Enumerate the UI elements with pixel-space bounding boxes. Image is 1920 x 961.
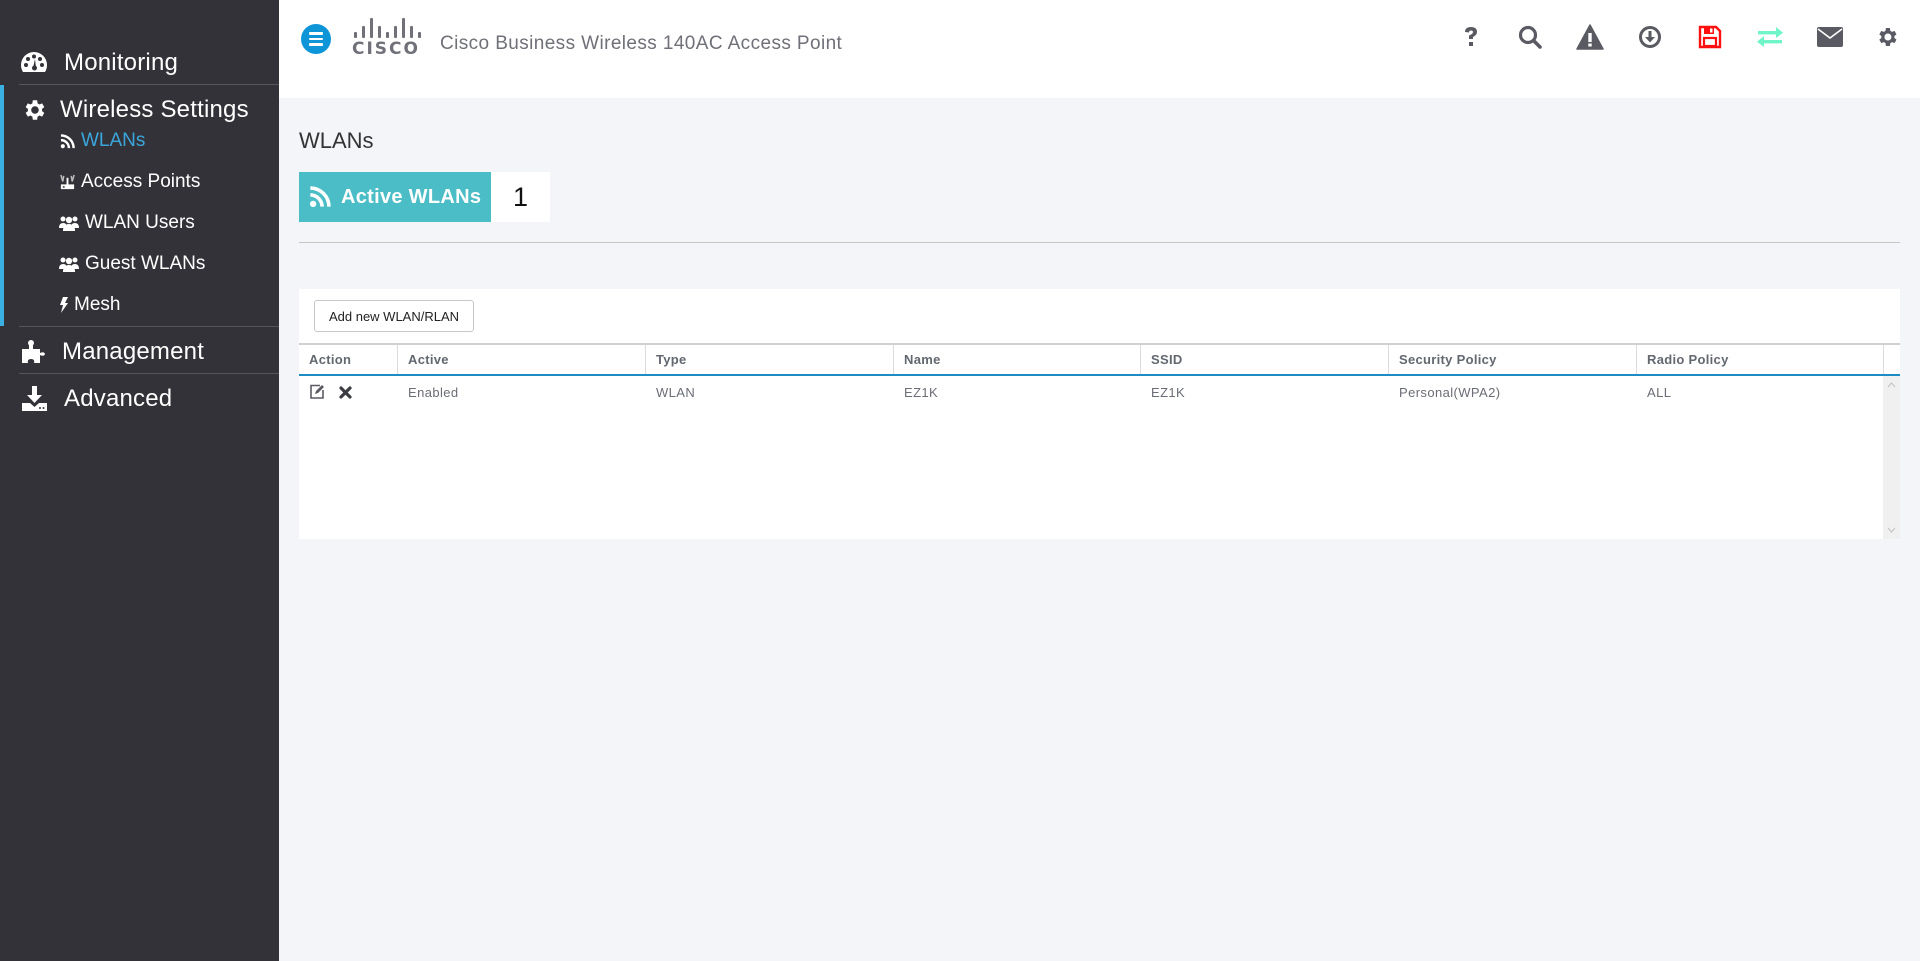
app-title: Cisco Business Wireless 140AC Access Poi… bbox=[440, 33, 843, 54]
sidebar-subitem-label: WLAN Users bbox=[85, 212, 195, 233]
ssid-cell: EZ1K bbox=[1151, 384, 1186, 400]
active-cell: Enabled bbox=[408, 384, 459, 400]
action-cell bbox=[299, 376, 398, 408]
add-wlan-button[interactable]: Add new WLAN/RLAN bbox=[314, 300, 474, 332]
scroll-up-arrow[interactable] bbox=[1883, 378, 1900, 392]
page-title: WLANs bbox=[299, 128, 374, 153]
table-header: Action Active Type Name SSID Security Po… bbox=[299, 343, 1900, 376]
hamburger-line bbox=[309, 43, 323, 46]
sidebar-subitem-label: WLANs bbox=[81, 130, 146, 151]
rss-icon bbox=[309, 186, 331, 208]
users-icon bbox=[58, 214, 80, 232]
hamburger-line bbox=[309, 37, 323, 41]
dashboard-icon bbox=[19, 48, 49, 78]
sidebar-divider bbox=[19, 84, 279, 85]
scroll-down-arrow[interactable] bbox=[1883, 523, 1900, 537]
sidebar-item-label: Wireless Settings bbox=[60, 96, 249, 123]
column-header-name[interactable]: Name bbox=[894, 345, 1141, 374]
security-policy-cell: Personal(WPA2) bbox=[1399, 384, 1501, 400]
sidebar-subitem-access-points[interactable]: Access Points bbox=[58, 170, 200, 194]
sidebar-item-management[interactable]: Management bbox=[0, 334, 279, 370]
bolt-icon bbox=[58, 296, 68, 314]
sidebar-divider bbox=[19, 373, 279, 374]
mail-icon[interactable] bbox=[1815, 22, 1845, 52]
download-icon bbox=[19, 384, 49, 414]
sidebar-subitem-label: Guest WLANs bbox=[85, 253, 206, 274]
radio-policy-cell: ALL bbox=[1647, 384, 1672, 400]
rss-icon bbox=[58, 132, 76, 150]
active-wlans-label-box: Active WLANs bbox=[299, 172, 491, 222]
cisco-logo-text: CISCO bbox=[352, 39, 420, 59]
sidebar-item-label: Advanced bbox=[64, 385, 173, 412]
column-header-type[interactable]: Type bbox=[646, 345, 894, 374]
swap-icon[interactable] bbox=[1755, 22, 1785, 52]
sidebar-item-label: Monitoring bbox=[64, 49, 179, 76]
table-scrollbar[interactable] bbox=[1883, 376, 1900, 539]
sidebar-subitem-mesh[interactable]: Mesh bbox=[58, 293, 120, 317]
sidebar-subitem-wlan-users[interactable]: WLAN Users bbox=[58, 211, 195, 235]
settings-icon[interactable] bbox=[1872, 22, 1902, 52]
search-icon[interactable] bbox=[1515, 22, 1545, 52]
column-header-ssid[interactable]: SSID bbox=[1141, 345, 1389, 374]
table-body: Enabled WLAN EZ1K EZ1K Personal(WPA2) AL… bbox=[299, 376, 1883, 539]
column-header-action[interactable]: Action bbox=[299, 345, 398, 374]
wlan-table-card: Add new WLAN/RLAN Action Active Type Nam… bbox=[299, 289, 1900, 539]
download-circle-icon[interactable] bbox=[1635, 22, 1665, 52]
sidebar-subitem-label: Access Points bbox=[81, 171, 201, 192]
edit-icon[interactable] bbox=[309, 384, 325, 400]
sidebar-item-wireless-settings[interactable]: Wireless Settings bbox=[0, 92, 279, 128]
sidebar-item-advanced[interactable]: Advanced bbox=[0, 381, 279, 417]
cisco-logo: CISCO bbox=[352, 18, 427, 60]
type-cell: WLAN bbox=[656, 384, 696, 400]
wlan-table: Action Active Type Name SSID Security Po… bbox=[299, 343, 1900, 539]
section-divider bbox=[299, 242, 1900, 243]
sidebar-item-monitoring[interactable]: Monitoring bbox=[0, 45, 279, 81]
top-header: CISCO Cisco Business Wireless 140AC Acce… bbox=[279, 0, 1920, 98]
column-header-radio-policy[interactable]: Radio Policy bbox=[1637, 345, 1884, 374]
cisco-logo-bars bbox=[352, 18, 427, 38]
gear-icon bbox=[19, 95, 49, 125]
name-cell: EZ1K bbox=[904, 384, 939, 400]
sidebar-divider bbox=[19, 326, 279, 327]
access-point-icon bbox=[58, 173, 76, 191]
save-icon[interactable] bbox=[1695, 22, 1725, 52]
menu-toggle-button[interactable] bbox=[301, 24, 331, 54]
active-wlans-badge: Active WLANs 1 bbox=[299, 172, 550, 222]
sidebar-item-label: Management bbox=[62, 338, 205, 365]
users-icon bbox=[58, 255, 80, 273]
column-header-security-policy[interactable]: Security Policy bbox=[1389, 345, 1637, 374]
alert-icon[interactable] bbox=[1575, 22, 1605, 52]
column-header-active[interactable]: Active bbox=[398, 345, 646, 374]
puzzle-icon bbox=[19, 337, 49, 367]
table-row[interactable]: Enabled WLAN EZ1K EZ1K Personal(WPA2) AL… bbox=[299, 376, 1883, 408]
sidebar-subitem-wlans[interactable]: WLANs bbox=[58, 129, 145, 153]
help-icon[interactable] bbox=[1456, 22, 1486, 52]
active-wlans-count: 1 bbox=[491, 172, 550, 222]
delete-icon[interactable] bbox=[337, 384, 353, 400]
sidebar-subitem-guest-wlans[interactable]: Guest WLANs bbox=[58, 252, 205, 276]
sidebar-subitem-label: Mesh bbox=[74, 294, 121, 315]
sidebar: Monitoring Wireless Settings WLANs Acces… bbox=[0, 0, 279, 961]
active-wlans-label: Active WLANs bbox=[341, 185, 482, 208]
hamburger-line bbox=[309, 32, 323, 35]
